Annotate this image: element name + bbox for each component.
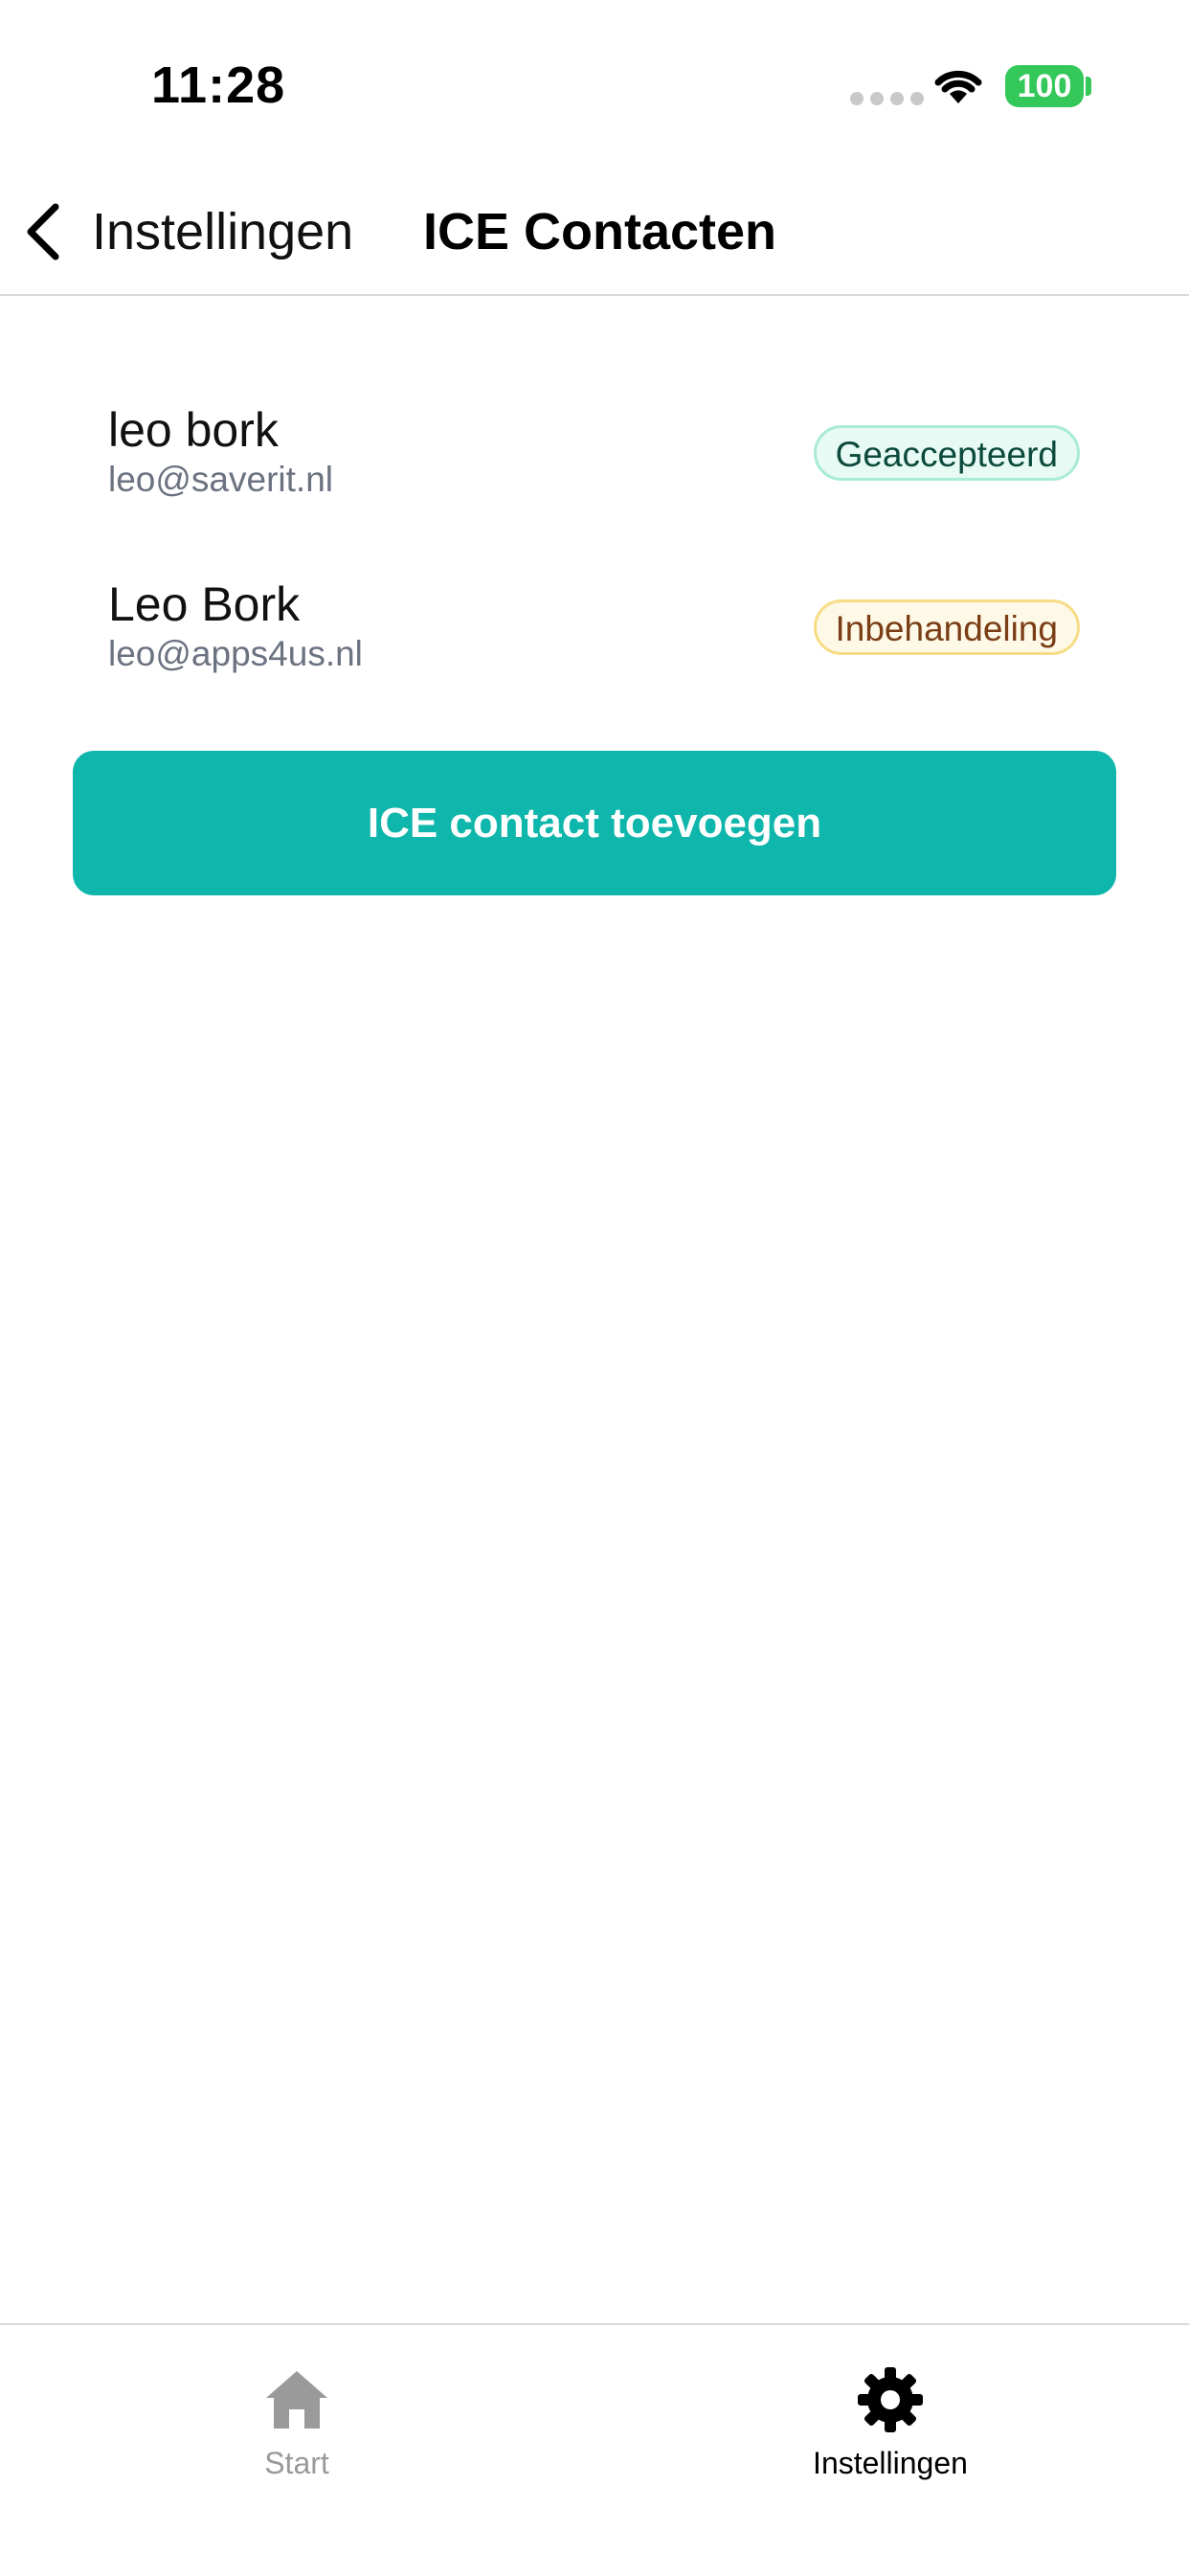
back-label: Instellingen — [92, 203, 354, 260]
contact-name: Leo Bork — [108, 577, 301, 631]
contact-name: leo bork — [108, 403, 279, 457]
contact-row[interactable]: leo bork leo@saverit.nl Geaccepteerd — [108, 402, 1080, 546]
status-time: 11:28 — [151, 56, 286, 114]
nav-bar: Instellingen ICE Contacten — [0, 172, 1189, 296]
back-button[interactable]: Instellingen — [21, 193, 353, 270]
status-bar: 11:28 100 — [0, 0, 1189, 172]
home-icon — [266, 2371, 327, 2429]
contact-row[interactable]: Leo Bork leo@apps4us.nl Inbehandeling — [108, 576, 1080, 720]
tab-start[interactable]: Start — [153, 2344, 440, 2497]
page-title: ICE Contacten — [423, 203, 777, 260]
gear-icon — [858, 2367, 923, 2432]
tab-settings[interactable]: Instellingen — [747, 2344, 1034, 2497]
contact-email: leo@apps4us.nl — [108, 634, 363, 673]
status-badge: Inbehandeling — [813, 599, 1080, 655]
signal-dots-icon — [850, 92, 924, 105]
home-indicator — [396, 2536, 793, 2549]
wifi-icon — [934, 70, 982, 103]
status-badge: Geaccepteerd — [813, 425, 1080, 481]
battery-tip — [1086, 77, 1091, 96]
tab-label: Instellingen — [813, 2446, 968, 2480]
tab-label: Start — [264, 2446, 329, 2480]
contact-email: leo@saverit.nl — [108, 460, 333, 499]
chevron-left-icon — [27, 203, 59, 260]
battery-icon: 100 — [1005, 65, 1084, 107]
add-ice-contact-button[interactable]: ICE contact toevoegen — [73, 751, 1116, 895]
